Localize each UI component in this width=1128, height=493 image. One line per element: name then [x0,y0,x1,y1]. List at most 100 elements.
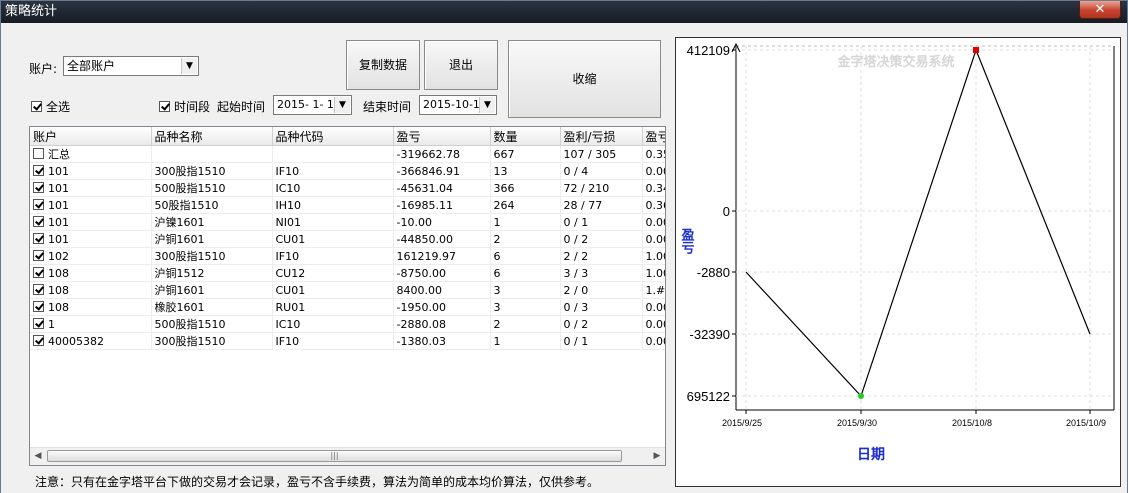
row-checkbox[interactable] [33,232,44,244]
table-cell: 13 [490,162,561,180]
table-cell: 1 [490,213,561,231]
table-cell: 3 [490,298,561,316]
col-header-win-loss[interactable]: 盈利/亏损 [560,127,643,146]
table-row[interactable]: 汇总 -319662.78667107 / 3050.35 [30,145,665,163]
checkbox-checked-icon [159,101,170,112]
window-title: 策略统计 [5,4,58,19]
row-checkbox[interactable] [33,164,44,176]
scroll-thumb[interactable]: ||| [47,450,622,462]
col-header-account[interactable]: 账户 [30,127,152,146]
table-cell: 6 [490,264,561,282]
y-tick-label: -32390 [690,327,730,342]
col-header-product-name[interactable]: 品种名称 [151,127,273,146]
pnl-chart-panel: 412109 0 -2880 -32390 695122 2015/9/25 2015/9/… [675,37,1121,487]
account-value: 108 [48,266,69,280]
chevron-down-icon[interactable]: ▼ [479,97,495,113]
table-cell: IC10 [272,315,394,333]
account-value: 108 [48,300,69,314]
end-time-label: 结束时间 [363,100,412,114]
start-date-value: 2015- 1- 1 [277,98,334,111]
scroll-left-icon[interactable]: ◀ [31,450,45,463]
chevron-down-icon[interactable]: ▼ [334,97,350,113]
table-row[interactable]: 101 50股指1510IH10-16985.1126428 / 770.36 [30,196,665,214]
start-date-picker[interactable]: 2015- 1- 1 ▼ [273,95,352,115]
table-cell: 0.00 [642,315,665,333]
cell-account: 101 [30,213,152,231]
table-cell: 0 / 4 [560,162,643,180]
title-bar[interactable]: 策略统计 ✕ [1,1,1127,23]
row-checkbox[interactable] [33,317,44,329]
table-cell: 0.00 [642,230,665,248]
col-header-pnl-ratio[interactable]: 盈亏 [642,127,665,146]
cell-account: 102 [30,247,152,265]
row-checkbox[interactable] [33,215,44,227]
col-header-quantity[interactable]: 数量 [490,127,561,146]
table-cell: 0.00 [642,162,665,180]
table-header-row: 账户 品种名称 品种代码 盈亏 数量 盈利/亏损 盈亏 [30,127,665,146]
table-row[interactable]: 1 500股指1510IC10-2880.0820 / 20.00 [30,315,665,333]
row-checkbox[interactable] [33,266,44,278]
table-cell: 500股指1510 [151,179,273,197]
time-range-checkbox[interactable]: 时间段 [159,98,210,115]
account-select[interactable]: 全部账户 ▼ [63,56,199,76]
table-row[interactable]: 101 500股指1510IC10-45631.0436672 / 2100.34 [30,179,665,197]
footer-note: 注意：只有在金字塔平台下做的交易才会记录，盈亏不含手续费，算法为简单的成本均价算… [35,475,600,489]
table-row[interactable]: 101 沪铜1601CU01-44850.0020 / 20.00 [30,230,665,248]
y-tick-label: 0 [723,204,730,219]
copy-data-button[interactable]: 复制数据 [346,40,420,90]
table-cell: 0 / 1 [560,213,643,231]
end-date-picker[interactable]: 2015-10-10 ▼ [419,95,497,115]
table-row[interactable]: 102 300股指1510IF10161219.9762 / 21.00 [30,247,665,265]
table-cell: IF10 [272,162,394,180]
chevron-down-icon[interactable]: ▼ [181,58,197,74]
table-row[interactable]: 108 橡胶1601RU01-1950.0030 / 30.00 [30,298,665,316]
table-row[interactable]: 101 300股指1510IF10-366846.91130 / 40.00 [30,162,665,180]
stats-table[interactable]: 账户 品种名称 品种代码 盈亏 数量 盈利/亏损 盈亏 汇总 -319662.78… [29,126,666,466]
table-cell: IF10 [272,332,394,350]
table-row[interactable]: 108 沪铜1601CU018400.0032 / 01.#. [30,281,665,299]
table-cell: 300股指1510 [151,332,273,350]
table-cell: 1.00 [642,264,665,282]
close-button[interactable]: ✕ [1079,1,1121,19]
row-checkbox[interactable] [33,181,44,193]
chart-watermark: 金字塔决策交易系统 [836,54,954,69]
cell-account: 108 [30,281,152,299]
table-row[interactable]: 101 沪镍1601NI01-10.0010 / 10.00 [30,213,665,231]
row-checkbox[interactable] [33,249,44,261]
max-point-marker [973,47,979,53]
col-header-product-code[interactable]: 品种代码 [272,127,394,146]
horizontal-scrollbar[interactable]: ◀ ||| ▶ [30,447,665,465]
account-value: 108 [48,283,69,297]
table-cell: 2 [490,230,561,248]
table-row[interactable]: 40005382 300股指1510IF10-1380.0310 / 10.00 [30,332,665,350]
table-cell: 161219.97 [393,247,491,265]
account-value: 1 [48,317,55,331]
x-tick-label: 2015/10/9 [1066,418,1106,428]
table-cell: 0 / 2 [560,315,643,333]
start-time-label: 起始时间 [217,100,266,114]
table-row[interactable]: 108 沪铜1512CU12-8750.0063 / 31.00 [30,264,665,282]
y-tick-label: 412109 [687,43,730,58]
cell-account: 101 [30,196,152,214]
table-cell: -1950.00 [393,298,491,316]
table-cell: 3 / 3 [560,264,643,282]
row-checkbox[interactable] [33,283,44,295]
table-cell: 0.35 [642,145,665,163]
cell-account: 汇总 [30,145,152,163]
table-cell: 1 [490,332,561,350]
table-cell [272,145,394,163]
table-cell: -8750.00 [393,264,491,282]
select-all-checkbox[interactable]: 全选 [31,98,70,115]
checkbox-checked-icon [31,101,42,112]
account-value: 101 [48,215,69,229]
row-checkbox[interactable] [33,198,44,210]
exit-button[interactable]: 退出 [424,40,498,90]
row-checkbox[interactable] [33,148,44,159]
collapse-button[interactable]: 收缩 [508,40,661,118]
scroll-right-icon[interactable]: ▶ [650,450,664,463]
col-header-pnl[interactable]: 盈亏 [393,127,491,146]
cell-account: 101 [30,230,152,248]
cell-account: 40005382 [30,332,152,350]
row-checkbox[interactable] [33,334,44,346]
row-checkbox[interactable] [33,300,44,312]
